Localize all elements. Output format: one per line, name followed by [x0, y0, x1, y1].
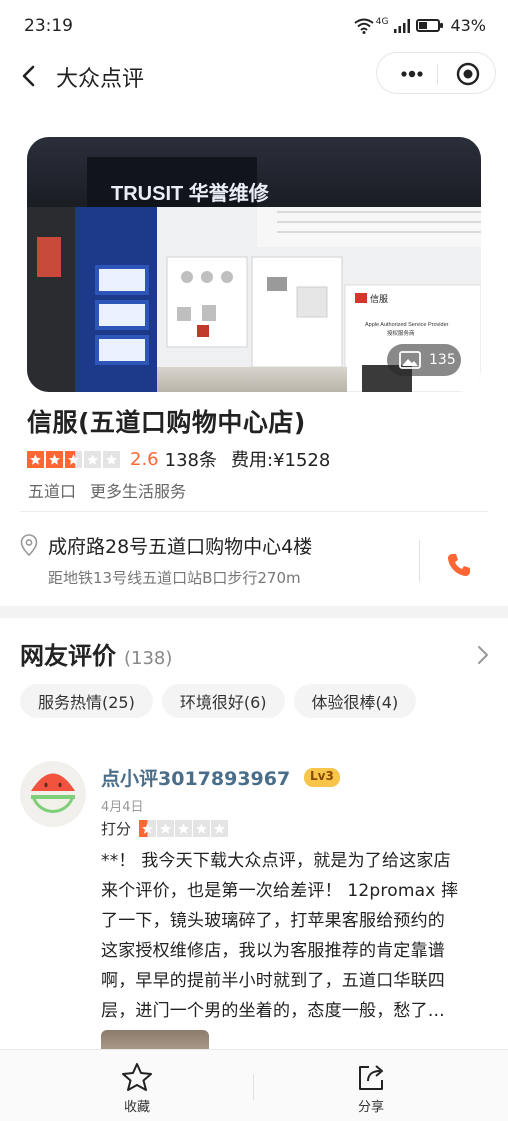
star-icon — [103, 450, 120, 468]
photo-count: 135 — [429, 352, 456, 368]
shop-tags: 五道口 更多生活服务 — [28, 478, 186, 502]
share-icon — [359, 1065, 383, 1090]
favorite-button[interactable]: 收藏 — [97, 1062, 177, 1115]
rating-score: 2.6 — [130, 448, 159, 470]
poster-brand: 信服 — [370, 293, 388, 304]
review-stars — [139, 820, 229, 837]
chip-experience[interactable]: 体验很棒(4) — [293, 684, 417, 718]
review-score-row: 打分 — [101, 818, 238, 839]
signal-icon — [394, 18, 411, 33]
bottom-bar: 收藏 分享 — [0, 1049, 508, 1121]
star-icon — [27, 450, 44, 468]
review-text-line: 来个评价，也是第一次给差评！ 12promax 摔 — [101, 881, 459, 901]
shop-name: 信服(五道口购物中心店) — [27, 408, 306, 437]
address-divider — [419, 540, 420, 582]
nav-bar: 大众点评 — [0, 52, 508, 100]
watermelon-icon — [31, 773, 75, 813]
review-count: 138条 — [164, 450, 217, 471]
review-date: 4月4日 — [101, 800, 144, 815]
star-icon — [46, 450, 63, 468]
review-tag-chips: 服务热情(25) 环境很好(6) 体验很棒(4) — [20, 684, 417, 718]
wifi-icon — [354, 18, 374, 34]
reviewer-name[interactable]: 点小评3017893967 — [101, 764, 290, 791]
share-button[interactable]: 分享 — [331, 1062, 411, 1115]
share-label: 分享 — [357, 1100, 384, 1115]
address-line: 成府路28号五道口购物中心4楼 — [48, 536, 313, 558]
avatar[interactable] — [20, 761, 86, 827]
status-icons: 4G 43% — [354, 16, 486, 35]
level-badge: Lv3 — [304, 768, 340, 787]
review-text-line: 了一下，镜头玻璃碎了，打苹果客服给预约的 — [101, 911, 445, 931]
star-outline-icon — [122, 1063, 152, 1091]
tag-category[interactable]: 更多生活服务 — [90, 478, 186, 502]
review-text-line: 啊，早早的提前半小时就到了，五道口华联四 — [101, 971, 445, 991]
more-dots-icon[interactable] — [397, 61, 427, 87]
section-gap — [0, 606, 508, 618]
transit-info: 距地铁13号线五道口站B口步行270m — [48, 569, 301, 587]
review-text-line: **！ 我今天下载大众点评，就是为了给这家店 — [101, 851, 451, 871]
rating-row: 2.6 138条 费用:¥1528 — [27, 448, 331, 471]
reviews-header[interactable]: 网友评价 (138) — [20, 636, 172, 671]
battery-percent: 43% — [450, 16, 486, 35]
page-title: 大众点评 — [56, 67, 145, 92]
divider — [20, 511, 488, 512]
favorite-label: 收藏 — [123, 1100, 150, 1115]
star-icon — [157, 820, 175, 837]
tag-area[interactable]: 五道口 — [28, 478, 76, 502]
star-icon — [175, 820, 193, 837]
star-icon — [193, 820, 211, 837]
address-block[interactable]: 成府路28号五道口购物中心4楼 距地铁13号线五道口站B口步行270m — [0, 530, 508, 600]
price: 费用:¥1528 — [231, 450, 331, 471]
star-icon — [211, 820, 229, 837]
review-text-line: 层，进门一个男的坐着的，态度一般，愁了… — [101, 1001, 445, 1021]
photo-count-badge[interactable]: 135 — [387, 344, 461, 376]
capsule-divider — [437, 64, 438, 84]
location-pin-icon — [20, 534, 38, 556]
status-time: 23:19 — [24, 16, 73, 36]
chip-environment[interactable]: 环境很好(6) — [161, 684, 285, 718]
phone-icon[interactable] — [444, 550, 474, 580]
rating-stars — [27, 450, 120, 468]
battery-icon — [416, 19, 444, 32]
mini-program-capsule — [376, 52, 496, 94]
shop-photo[interactable]: TRUSIT 华誉维修 信服 Apple Authorized Service … — [27, 137, 481, 392]
poster-line2: 授权服务商 — [387, 329, 415, 337]
network-label: 4G — [375, 16, 389, 27]
reviews-count: (138) — [124, 648, 173, 669]
status-bar: 23:19 4G 43% — [0, 0, 508, 52]
review-text[interactable]: **！ 我今天下载大众点评，就是为了给这家店 来个评价，也是第一次给差评！ 12… — [101, 846, 483, 1026]
bottom-divider — [253, 1074, 254, 1100]
store-sign: TRUSIT 华誉维修 — [111, 181, 270, 205]
chevron-right-icon[interactable] — [476, 644, 490, 666]
star-icon — [65, 450, 82, 468]
score-label: 打分 — [101, 820, 132, 838]
image-icon — [399, 351, 421, 369]
target-icon[interactable] — [455, 61, 481, 87]
review-text-line: 这家授权维修店，我以为客服推荐的肯定靠谱 — [101, 941, 445, 961]
poster-line1: Apple Authorized Service Provider — [365, 322, 449, 328]
chevron-left-icon[interactable] — [16, 60, 44, 92]
star-icon — [139, 820, 157, 837]
star-icon — [84, 450, 101, 468]
reviews-heading: 网友评价 — [20, 642, 116, 670]
chip-service[interactable]: 服务热情(25) — [20, 684, 153, 718]
